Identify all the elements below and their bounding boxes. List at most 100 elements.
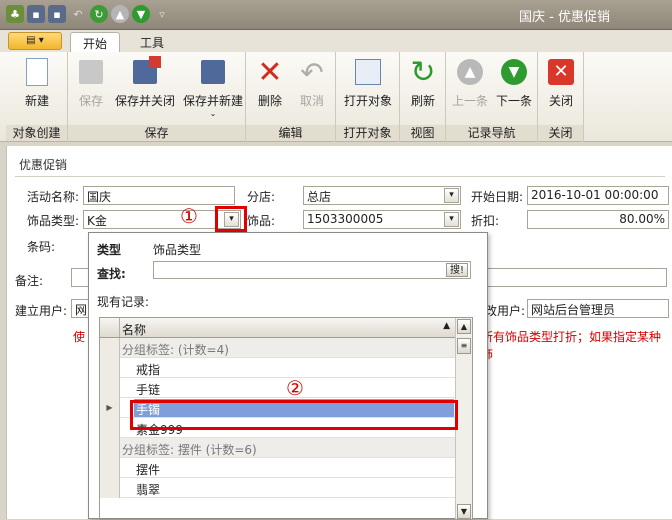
row-indicator xyxy=(100,418,120,438)
item-label: 饰品: xyxy=(247,214,276,228)
note-label: 备注: xyxy=(15,274,44,288)
open-object-button[interactable]: 打开对象 xyxy=(340,56,396,109)
row-indicator xyxy=(100,358,120,378)
refresh-icon[interactable]: ↻ xyxy=(90,5,108,23)
group-open-label: 打开对象 xyxy=(336,125,399,141)
item-value: 1503300005 xyxy=(307,212,384,226)
group-row[interactable]: 分组标签: (计数=4) xyxy=(100,338,456,358)
popup-type-label: 类型 xyxy=(97,243,122,257)
ribbon: 新建 对象创建 保存 保存并关闭 保存并新建 ⌄ 保存 ✕ 删除 ↶ 取消 编辑 xyxy=(0,52,672,142)
records-label: 现有记录: xyxy=(97,295,150,309)
scroll-thumb[interactable]: ≡ xyxy=(457,338,471,354)
list-item[interactable]: 翡翠 xyxy=(100,478,456,498)
delete-button[interactable]: ✕ 删除 xyxy=(252,54,288,109)
up-icon[interactable]: ▲ xyxy=(111,5,129,23)
header-indicator-cell xyxy=(100,318,120,337)
cancel-button[interactable]: ↶ 取消 xyxy=(294,56,330,109)
row-indicator-current: ▶ xyxy=(100,398,120,418)
group-nav-label: 记录导航 xyxy=(446,125,537,141)
row-indicator xyxy=(100,378,120,398)
start-date-label: 开始日期: xyxy=(471,190,524,204)
next-label: 下一条 xyxy=(495,94,532,108)
group-row-label: 分组标签: 摆件 (计数=6) xyxy=(122,443,257,457)
row-indicator xyxy=(100,458,120,478)
tab-tools[interactable]: 工具 xyxy=(128,32,176,52)
save-new-dropdown-icon[interactable]: ⌄ xyxy=(180,109,246,118)
annotation-marker-2: ② xyxy=(286,376,304,400)
list-item[interactable]: 戒指 xyxy=(100,358,456,378)
floppy-icon xyxy=(75,56,107,88)
next-button[interactable]: ▼ 下一条 xyxy=(494,56,534,109)
close-button[interactable]: ✕ 关闭 xyxy=(542,56,580,109)
modifier-input[interactable]: 网站后台管理员 xyxy=(527,299,669,318)
refresh-button[interactable]: ↻ 刷新 xyxy=(404,55,442,109)
sort-icon[interactable]: ▲ xyxy=(443,321,450,331)
close-icon: ✕ xyxy=(545,56,577,88)
branch-select[interactable]: 总店 ▾ xyxy=(303,186,461,205)
save-new-button[interactable]: 保存并新建 ⌄ xyxy=(180,56,246,118)
item-dropdown-icon[interactable]: ▾ xyxy=(444,212,459,227)
scroll-up-icon[interactable]: ▲ xyxy=(457,319,471,334)
activity-name-input[interactable]: 国庆 xyxy=(83,186,235,205)
window-title: 国庆 - 优惠促销 xyxy=(519,10,610,25)
type-label: 饰品类型: xyxy=(27,214,80,228)
open-object-label: 打开对象 xyxy=(343,94,392,108)
delete-icon: ✕ xyxy=(257,54,283,90)
annotation-box-2 xyxy=(130,400,458,430)
save-button[interactable]: 保存 xyxy=(74,56,108,109)
popup-search-button[interactable]: 搜! xyxy=(445,263,468,277)
group-save-label: 保存 xyxy=(68,125,245,141)
list-item[interactable]: 手链 xyxy=(100,378,456,398)
group-edit: ✕ 删除 ↶ 取消 编辑 xyxy=(246,52,336,142)
group-create-label: 对象创建 xyxy=(6,125,67,141)
item-select[interactable]: 1503300005 ▾ xyxy=(303,210,461,229)
list-item-label: 戒指 xyxy=(136,363,161,377)
save-close-icon[interactable]: ▪ xyxy=(48,5,66,23)
section-separator xyxy=(15,176,665,177)
row-indicator xyxy=(100,478,120,498)
save-close-label: 保存并关闭 xyxy=(114,94,175,108)
tab-home[interactable]: 开始 xyxy=(70,32,121,52)
customize-icon[interactable]: ▿ xyxy=(153,5,171,23)
group-nav: ▲ 上一条 ▼ 下一条 记录导航 xyxy=(446,52,538,142)
column-header-name[interactable]: 名称 xyxy=(122,321,146,338)
cancel-label: 取消 xyxy=(299,94,324,108)
undo-icon[interactable]: ↶ xyxy=(69,5,87,23)
save-icon[interactable]: ▪ xyxy=(27,5,45,23)
new-doc-icon xyxy=(21,56,53,88)
save-close-button[interactable]: 保存并关闭 xyxy=(112,56,178,109)
undo-large-icon: ↶ xyxy=(300,55,324,89)
ribbon-tabs: ▤ ▾ 开始 工具 xyxy=(0,30,672,52)
group-row[interactable]: 分组标签: 摆件 (计数=6) xyxy=(100,438,456,458)
group-save: 保存 保存并关闭 保存并新建 ⌄ 保存 xyxy=(68,52,246,142)
new-button[interactable]: 新建 xyxy=(14,56,60,109)
title-bar: ♣ ▪ ▪ ↶ ↻ ▲ ▼ ▿ 国庆 - 优惠促销 xyxy=(0,0,672,30)
group-open: 打开对象 打开对象 xyxy=(336,52,400,142)
save-label: 保存 xyxy=(78,94,103,108)
prev-button[interactable]: ▲ 上一条 xyxy=(450,56,490,109)
group-create: 新建 对象创建 xyxy=(6,52,68,142)
popup-search-input[interactable]: 搜! xyxy=(153,261,471,279)
refresh-label: 刷新 xyxy=(410,94,435,108)
list-item[interactable]: 摆件 xyxy=(100,458,456,478)
group-view-label: 视图 xyxy=(400,125,445,141)
up-arrow-icon: ▲ xyxy=(454,56,486,88)
scroll-down-icon[interactable]: ▼ xyxy=(457,504,471,519)
branch-dropdown-icon[interactable]: ▾ xyxy=(444,188,459,203)
application-menu-button[interactable]: ▤ ▾ xyxy=(8,32,62,50)
hint-text-left: 使 xyxy=(73,330,86,344)
group-close-label: 关闭 xyxy=(538,125,583,141)
open-object-icon xyxy=(352,56,384,88)
group-row-label: 分组标签: (计数=4) xyxy=(122,343,229,357)
new-label: 新建 xyxy=(24,94,49,108)
down-arrow-icon: ▼ xyxy=(498,56,530,88)
branch-value: 总店 xyxy=(307,190,332,204)
discount-input[interactable]: 80.00% xyxy=(527,210,669,229)
app-icon[interactable]: ♣ xyxy=(6,5,24,23)
popup-type-value: 饰品类型 xyxy=(153,243,202,257)
list-item-label: 手链 xyxy=(136,383,161,397)
start-date-input[interactable]: 2016-10-01 00:00:00 xyxy=(527,186,669,205)
creator-label: 建立用户: xyxy=(15,304,68,318)
quick-access-toolbar: ♣ ▪ ▪ ↶ ↻ ▲ ▼ ▿ xyxy=(6,5,171,23)
down-icon[interactable]: ▼ xyxy=(132,5,150,23)
